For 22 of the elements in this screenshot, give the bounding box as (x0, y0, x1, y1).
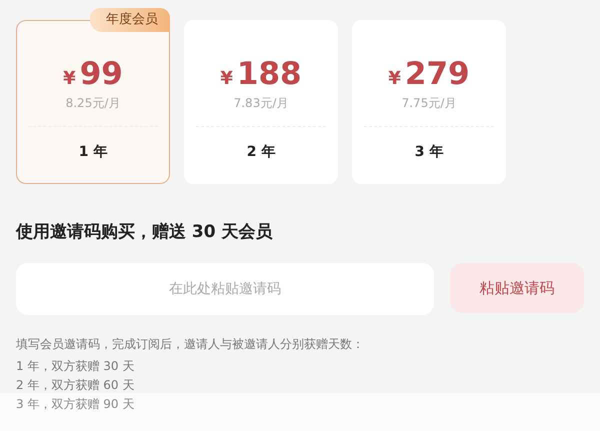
note-text: 1 年，双方获赠 30 天 (16, 358, 136, 375)
currency-symbol: ¥ (220, 68, 233, 89)
plan-card[interactable]: ¥188 7.83元/月 2 年 (184, 20, 338, 184)
price-amount: 188 (236, 55, 302, 93)
note-text: 填写会员邀请码，完成订阅后，邀请人与被邀请人分别获赠天数： (16, 336, 365, 353)
note-text: 2 年，双方获赠 60 天 (16, 377, 136, 394)
plan-badge: 年度会员 (90, 8, 170, 32)
plan-term: 1 年 (78, 143, 108, 161)
paste-invite-code-button[interactable]: 粘贴邀请码 (450, 263, 584, 313)
plan-card[interactable]: ¥279 7.75元/月 3 年 (352, 20, 506, 184)
note-text: 3 年，双方获赠 90 天 (16, 396, 136, 413)
price-amount: 99 (80, 55, 123, 93)
plan-term: 2 年 (246, 143, 276, 161)
price-amount: 279 (404, 55, 470, 93)
invite-code-field[interactable]: 在此处粘贴邀请码 (16, 263, 434, 315)
monthly-price: 7.83元/月 (234, 95, 288, 112)
monthly-price: 8.25元/月 (66, 95, 120, 112)
currency-symbol: ¥ (388, 68, 401, 89)
currency-symbol: ¥ (63, 68, 76, 89)
plan-term: 3 年 (414, 143, 444, 161)
monthly-price: 7.75元/月 (402, 95, 456, 112)
section-heading: 使用邀请码购买，赠送 30 天会员 (16, 221, 274, 243)
